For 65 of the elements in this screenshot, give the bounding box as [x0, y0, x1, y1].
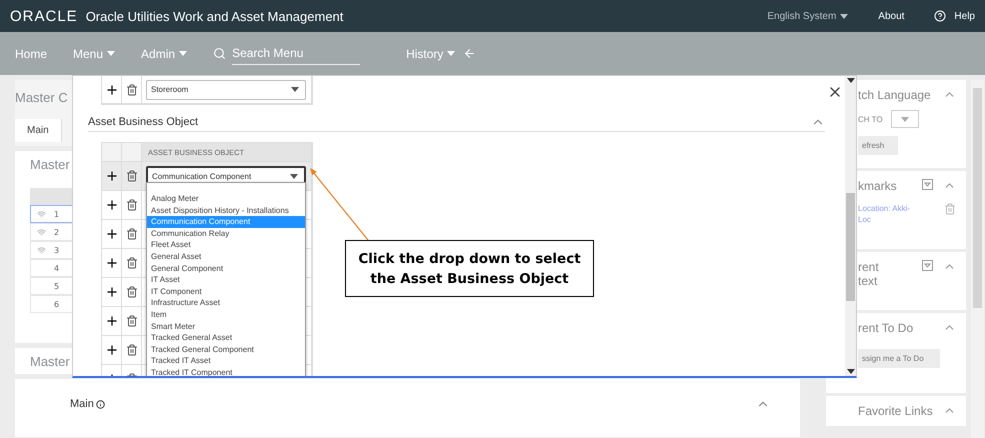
panel-title: Favorite Links [858, 404, 933, 418]
dropdown-option[interactable]: Tracked General Asset [147, 332, 305, 344]
main-tab[interactable]: Main [15, 119, 62, 142]
section-title: Asset Business Object [88, 116, 198, 128]
dropdown-icon[interactable] [922, 179, 933, 190]
page-title: Master C [15, 90, 68, 105]
caret-icon [291, 87, 299, 92]
dropdown-option[interactable]: Fleet Asset [147, 239, 305, 251]
panel-title: tch Language [858, 88, 931, 102]
dropdown-icon[interactable] [922, 260, 933, 271]
dropdown-option[interactable]: Asset Disposition History - Installations [147, 204, 305, 216]
row-number: 6 [54, 300, 60, 308]
about-link[interactable]: About [878, 10, 904, 22]
delete-icon[interactable] [126, 199, 138, 211]
dropdown-option[interactable]: IT Asset [147, 274, 305, 286]
row-number: 4 [54, 264, 60, 272]
caret-icon [179, 51, 188, 56]
assign-todo-button[interactable]: ssign me a To Do [858, 349, 940, 368]
callout-text: Click the drop down to select the Asset Business Object [345, 240, 594, 297]
modal-scrollbar[interactable] [845, 76, 856, 376]
dropdown-option[interactable]: Analog Meter [147, 193, 305, 205]
dropdown-option[interactable]: Item [147, 308, 305, 321]
row-number: 2 [54, 228, 60, 236]
select-field[interactable]: Storeroom [146, 80, 306, 100]
caret-icon [840, 14, 848, 18]
delete-icon[interactable] [126, 228, 138, 240]
delete-icon[interactable] [126, 286, 138, 298]
caret-icon [846, 78, 854, 83]
panel-title: rent text [858, 260, 879, 288]
oracle-logo: ORACLE [10, 8, 78, 24]
caret-icon [107, 51, 116, 56]
delete-icon[interactable] [126, 84, 138, 96]
row-number: 3 [54, 246, 60, 254]
delete-icon[interactable] [126, 315, 138, 327]
dropdown-option[interactable]: Tracked IT Asset [147, 355, 305, 367]
dropdown-option[interactable]: Smart Meter [147, 320, 305, 332]
section-title: Master [30, 354, 70, 369]
caret-icon [290, 174, 298, 178]
dropdown-option[interactable]: General Asset [147, 250, 305, 263]
help-icon[interactable] [934, 10, 946, 22]
dropdown-option[interactable]: Communication Relay [147, 228, 305, 240]
refresh-button[interactable]: efresh [858, 136, 898, 155]
info-icon[interactable] [96, 400, 105, 408]
page-scrollbar[interactable] [971, 80, 984, 438]
section-title: Main [70, 398, 94, 410]
dropdown-option[interactable]: Infrastructure Asset [147, 297, 305, 309]
delete-icon[interactable] [126, 170, 138, 182]
panel-title: rent To Do [858, 321, 914, 335]
switch-label: CH TO [858, 114, 883, 124]
dropdown-option[interactable]: Tracked General Component [147, 344, 305, 356]
row-number: 1 [54, 210, 60, 218]
row-number: 5 [54, 282, 60, 290]
language-menu[interactable]: English System [767, 10, 848, 22]
dropdown-option[interactable]: IT Component [147, 286, 305, 298]
dropdown-option[interactable]: General Component [147, 262, 305, 274]
section-title: Master [30, 157, 70, 172]
search-field[interactable]: Search Menu [232, 42, 360, 65]
caret-icon [846, 369, 854, 374]
caret-icon [900, 116, 909, 122]
help-link[interactable]: Help [954, 10, 975, 22]
delete-icon[interactable] [126, 344, 138, 356]
panel-title: kmarks [858, 179, 897, 193]
app-title: Oracle Utilities Work and Asset Management [86, 8, 344, 24]
delete-icon[interactable] [126, 257, 138, 269]
caret-icon [447, 51, 456, 56]
